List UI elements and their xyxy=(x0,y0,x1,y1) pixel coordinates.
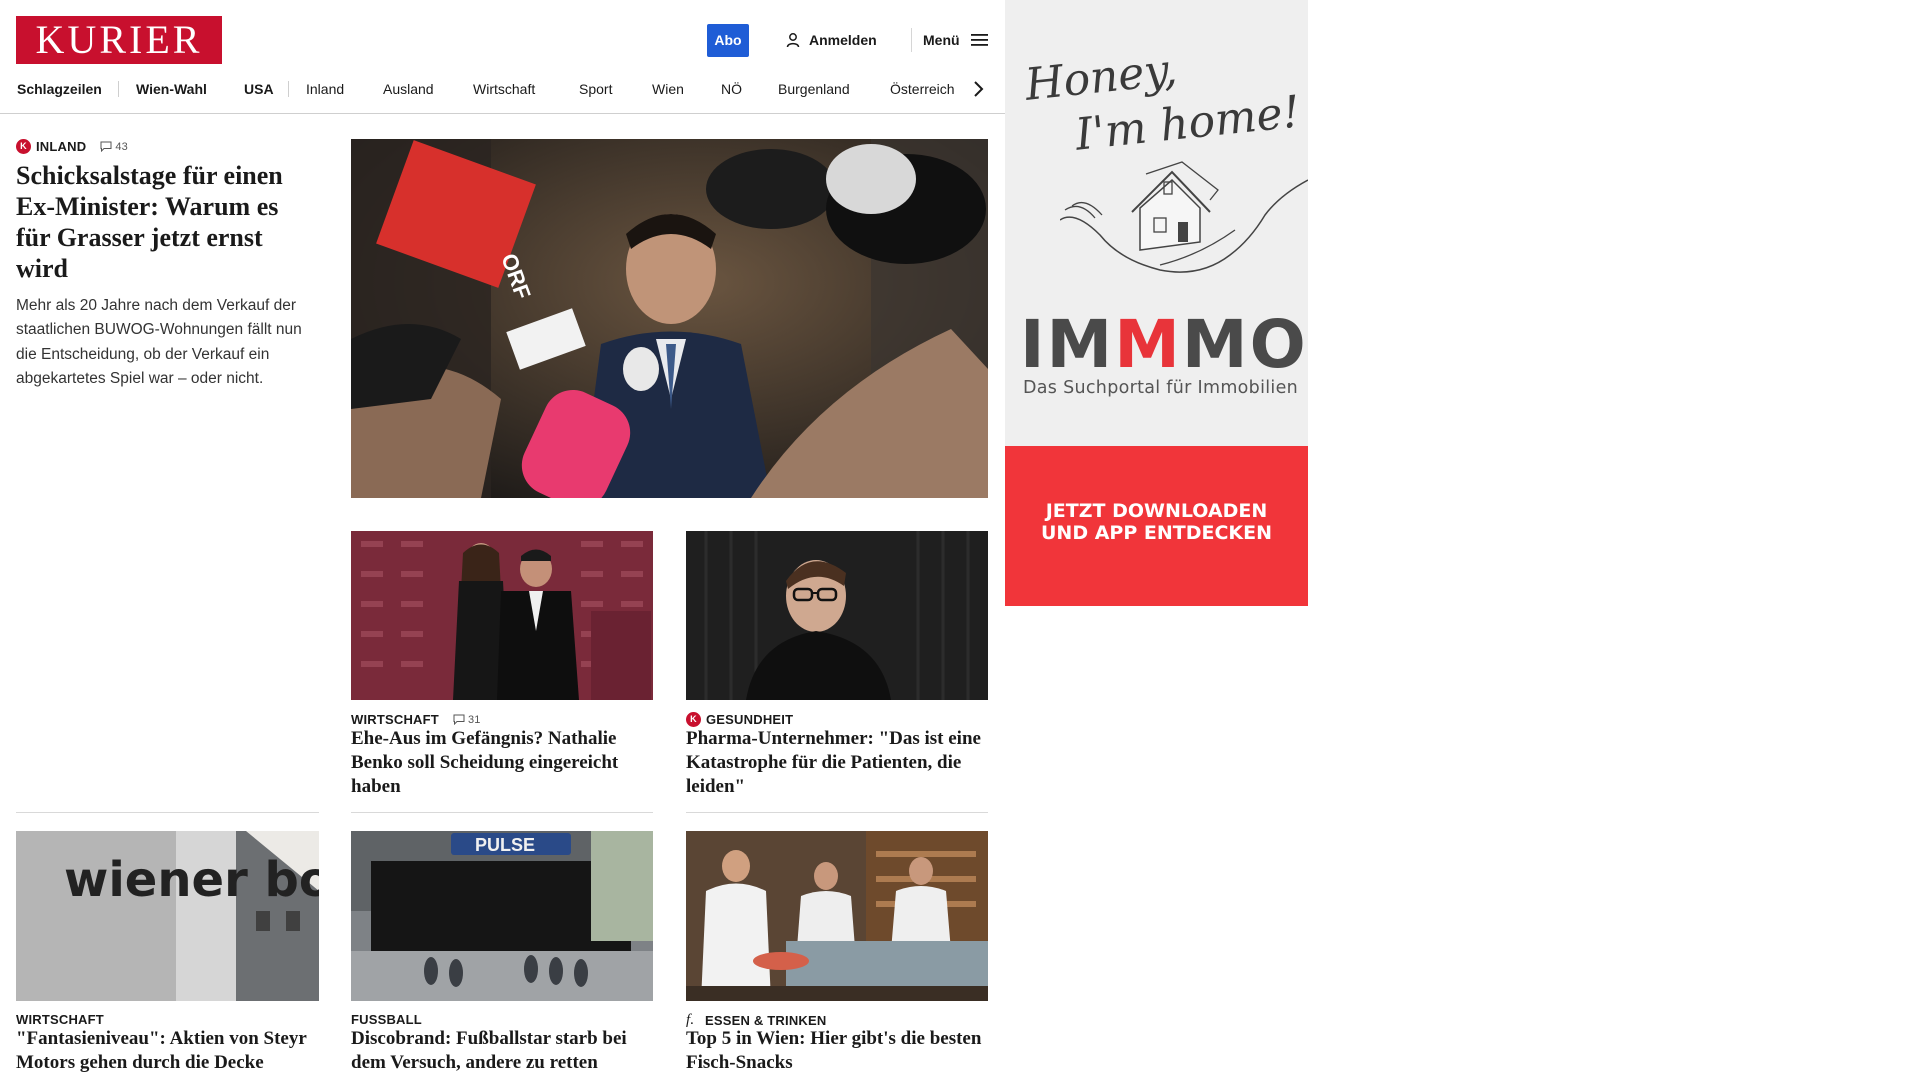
card-image[interactable] xyxy=(686,531,988,700)
brand-part: IM xyxy=(1020,306,1115,383)
menu-button[interactable]: Menü xyxy=(923,30,988,50)
header-divider xyxy=(911,28,912,52)
kurier-plus-icon: K xyxy=(16,139,31,154)
card-kicker: FUSSBALL xyxy=(351,1012,422,1027)
login-button[interactable]: Anmelden xyxy=(785,30,877,50)
fish-snacks-photo xyxy=(686,831,988,1001)
category-label[interactable]: WIRTSCHAFT xyxy=(16,1012,104,1027)
pulse-sign-text: PULSE xyxy=(475,835,535,855)
pharma-portrait-photo xyxy=(686,531,988,700)
nav-item-noe[interactable]: NÖ xyxy=(721,78,742,100)
nav-item-schlagzeilen[interactable]: Schlagzeilen xyxy=(17,78,102,100)
category-label[interactable]: WIRTSCHAFT xyxy=(351,712,439,727)
immmo-ad[interactable]: Honey, I'm home! IMMMO Das Suchportal fü… xyxy=(1005,0,1308,606)
comment-icon xyxy=(100,141,112,152)
ad-cta-line-1: JETZT DOWNLOADEN xyxy=(1045,500,1268,522)
nav-item-wien-wahl[interactable]: Wien-Wahl xyxy=(136,78,207,100)
immmo-logo: IMMMO xyxy=(1020,312,1308,378)
nav-item-burgenland[interactable]: Burgenland xyxy=(778,78,850,100)
nav-item-usa[interactable]: USA xyxy=(244,78,274,100)
nav-divider xyxy=(118,81,119,97)
ad-download-button[interactable]: JETZT DOWNLOADEN UND APP ENTDECKEN xyxy=(1005,500,1308,544)
comment-count[interactable]: 31 xyxy=(453,714,481,726)
nav-item-wirtschaft[interactable]: Wirtschaft xyxy=(473,78,535,100)
menu-label: Menü xyxy=(923,32,960,48)
card-image[interactable] xyxy=(351,531,653,700)
lead-kicker: K INLAND 43 xyxy=(16,139,128,154)
ad-cta-line-2: UND APP ENTDECKEN xyxy=(1040,522,1273,544)
card-kicker: WIRTSCHAFT 31 xyxy=(351,712,481,727)
card-headline[interactable]: Top 5 in Wien: Hier gibt's die besten Fi… xyxy=(686,1027,991,1075)
ad-subtitle: Das Suchportal für Immobilien xyxy=(1023,378,1299,398)
card-image[interactable] xyxy=(686,831,988,1001)
pulse-disco-photo: PULSE xyxy=(351,831,653,1001)
card-headline[interactable]: Discobrand: Fußballstar starb bei dem Ve… xyxy=(351,1027,656,1075)
nav-item-ausland[interactable]: Ausland xyxy=(383,78,434,100)
category-label[interactable]: ESSEN & TRINKEN xyxy=(705,1013,826,1028)
divider xyxy=(686,812,988,813)
kurier-logo[interactable]: KURIER xyxy=(16,16,222,64)
category-label[interactable]: FUSSBALL xyxy=(351,1012,422,1027)
category-label[interactable]: INLAND xyxy=(36,139,86,154)
card-image[interactable]: wiener boerse xyxy=(16,831,319,1001)
comment-count-value: 31 xyxy=(467,713,481,726)
nav-item-oesterreich[interactable]: Österreich xyxy=(890,78,955,100)
kurier-plus-icon: K xyxy=(686,712,701,727)
grasser-press-photo: ORF xyxy=(351,139,988,498)
ad-top-panel: Honey, I'm home! IMMMO Das Suchportal fü… xyxy=(1005,0,1308,446)
login-label: Anmelden xyxy=(809,32,877,48)
brand-red-part: M xyxy=(1114,306,1182,383)
comment-count-value: 43 xyxy=(115,140,128,153)
lead-headline[interactable]: Schicksalstage für einen Ex-Minister: Wa… xyxy=(16,160,316,284)
divider xyxy=(16,812,319,813)
wiener-boerse-photo: wiener boerse xyxy=(16,831,319,1001)
wiener-boerse-text: wiener boerse xyxy=(64,852,319,908)
category-label[interactable]: GESUNDHEIT xyxy=(706,712,793,727)
benko-redcarpet-photo xyxy=(351,531,653,700)
comment-icon xyxy=(453,714,465,725)
card-headline[interactable]: Pharma-Unternehmer: "Das ist eine Katast… xyxy=(686,727,991,799)
kurier-site: KURIER Abo Anmelden Menü Schlagzeilen Wi… xyxy=(0,0,1005,1080)
abo-button[interactable]: Abo xyxy=(707,24,749,57)
brand-part: MO xyxy=(1181,306,1308,383)
hamburger-icon xyxy=(970,34,988,46)
comment-count[interactable]: 43 xyxy=(100,141,128,153)
card-image[interactable]: PULSE xyxy=(351,831,653,1001)
lead-teaser[interactable]: Mehr als 20 Jahre nach dem Verkauf der s… xyxy=(16,294,316,391)
house-in-hand-illustration xyxy=(1060,161,1308,273)
lead-image[interactable]: ORF xyxy=(351,139,988,498)
chevron-right-icon[interactable] xyxy=(970,80,986,98)
card-headline[interactable]: Ehe-Aus im Gefängnis? Nathalie Benko sol… xyxy=(351,727,656,799)
section-nav: Schlagzeilen Wien-Wahl USA Inland Auslan… xyxy=(0,78,1005,114)
card-kicker: K GESUNDHEIT xyxy=(686,712,793,727)
user-icon xyxy=(786,33,800,48)
nav-item-sport[interactable]: Sport xyxy=(579,78,612,100)
card-kicker: WIRTSCHAFT xyxy=(16,1012,104,1027)
nav-item-wien[interactable]: Wien xyxy=(652,78,684,100)
nav-divider xyxy=(288,81,289,97)
nav-item-inland[interactable]: Inland xyxy=(306,78,344,100)
card-headline[interactable]: "Fantasieniveau": Aktien von Steyr Motor… xyxy=(16,1027,321,1075)
divider xyxy=(351,812,653,813)
